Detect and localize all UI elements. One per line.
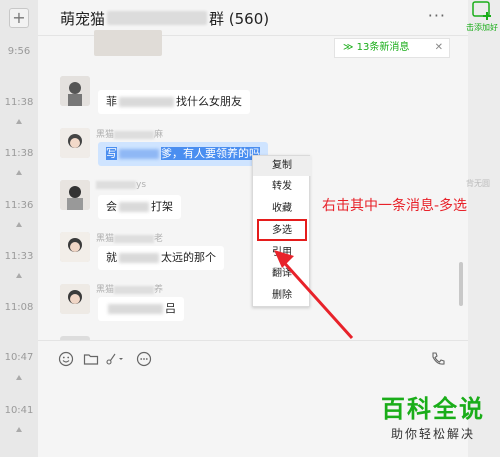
sender-text: 老: [154, 234, 164, 244]
double-chevron-up-icon: ≫: [343, 42, 354, 53]
sender-name: ys: [96, 180, 146, 190]
sender-text: 黑猫: [96, 285, 115, 295]
chat-panel: 萌宠猫 群 (560) ··· ≫ 13条新消息 ✕ 菲 找什么女朋友 黑猫 麻 写 爹…: [38, 0, 468, 457]
blurred-text: [108, 304, 163, 314]
blurred-text: [107, 11, 208, 25]
mute-icon: [15, 426, 23, 434]
message-text: 太远的那个: [161, 251, 216, 264]
sender-name: 黑猫 麻: [96, 127, 163, 140]
phone-icon[interactable]: [430, 351, 446, 367]
avatar[interactable]: [60, 180, 90, 210]
avatar[interactable]: [60, 76, 90, 106]
session-time: 11:08: [4, 302, 34, 313]
image-message[interactable]: [94, 30, 162, 56]
message-text: 找什么女朋友: [176, 95, 242, 108]
plus-icon: +: [12, 8, 26, 27]
message-text: 吕: [165, 302, 176, 315]
sender-text: 麻: [154, 130, 164, 140]
session-time: 10:47: [4, 352, 34, 363]
blurred-text: [119, 149, 159, 159]
chat-bubble-icon[interactable]: [136, 351, 152, 367]
folder-icon[interactable]: [83, 351, 99, 367]
blurred-text: [114, 130, 155, 139]
session-time: 11:33: [4, 251, 34, 262]
new-messages-label: 13条新消息: [356, 42, 410, 53]
more-options-button[interactable]: ···: [428, 6, 446, 25]
message-bubble[interactable]: 会 打架: [98, 195, 181, 219]
session-time: 10:41: [4, 405, 34, 416]
avatar[interactable]: [60, 128, 90, 158]
add-contact-label: 击添加好: [466, 23, 498, 32]
sender-text: 黑猫: [96, 234, 115, 244]
blurred-text: [96, 180, 136, 189]
side-text: 背无圆: [466, 179, 490, 188]
sender-text: 黑猫: [96, 130, 115, 140]
message-text: 爹，有人要领养的吗: [161, 147, 260, 160]
session-time: 11:38: [4, 148, 34, 159]
message-text: 会: [106, 200, 117, 213]
message-text: 就: [106, 251, 117, 264]
chat-title-suffix: 群 (560): [209, 10, 270, 28]
watermark-subtitle: 助你轻松解决: [390, 427, 475, 441]
annotation-arrow-icon: [274, 250, 354, 340]
blurred-text: [119, 97, 174, 107]
right-side-panel: [468, 0, 500, 457]
sender-name: 黑猫 养: [96, 282, 163, 295]
new-messages-banner[interactable]: ≫ 13条新消息 ✕: [334, 38, 450, 58]
message-bubble[interactable]: 就 太远的那个: [98, 246, 224, 270]
watermark: 百科全说 助你轻松解决: [368, 393, 498, 453]
add-chat-button[interactable]: +: [9, 8, 29, 28]
message-bubble[interactable]: 菲 找什么女朋友: [98, 90, 250, 114]
sender-name: 黑猫 老: [96, 231, 163, 244]
message-bubble-selected[interactable]: 写 爹，有人要领养的吗: [98, 142, 268, 166]
menu-item-copy[interactable]: 复制: [253, 156, 311, 176]
message-bubble[interactable]: 吕: [98, 297, 184, 321]
menu-item-favorite[interactable]: 收藏: [253, 199, 311, 219]
avatar[interactable]: [60, 232, 90, 262]
scissors-dropdown-icon[interactable]: [104, 351, 124, 367]
session-list-strip: + 9:56 11:38 11:38 11:36 11:33 11:08 10:…: [0, 0, 38, 457]
blurred-text: [114, 285, 155, 294]
add-contact-icon: [472, 1, 491, 20]
blurred-text: [114, 234, 155, 243]
mute-icon: [15, 118, 23, 126]
blurred-text: [119, 202, 149, 212]
message-text: 菲: [106, 95, 117, 108]
scrollbar[interactable]: [459, 262, 463, 306]
message-text: 写: [106, 147, 117, 160]
mute-icon: [15, 374, 23, 382]
sender-text: ys: [136, 180, 147, 190]
emoji-icon[interactable]: [58, 351, 74, 367]
mute-icon: [15, 272, 23, 280]
session-time: 11:36: [4, 200, 34, 211]
add-contact-button[interactable]: [470, 0, 498, 22]
close-icon[interactable]: ✕: [435, 39, 443, 57]
sender-text: 养: [154, 285, 164, 295]
message-text: 打架: [151, 200, 173, 213]
chat-title-prefix: 萌宠猫: [60, 10, 106, 28]
avatar[interactable]: [60, 284, 90, 314]
session-time: 9:56: [7, 46, 31, 57]
watermark-title: 百科全说: [381, 395, 485, 423]
chat-title: 萌宠猫 群 (560): [60, 8, 269, 29]
blurred-text: [119, 253, 159, 263]
annotation-text: 右击其中一条消息-多选: [322, 198, 468, 214]
mute-icon: [15, 221, 23, 229]
session-time: 11:38: [4, 97, 34, 108]
mute-icon: [15, 169, 23, 177]
menu-item-forward[interactable]: 转发: [253, 177, 311, 197]
